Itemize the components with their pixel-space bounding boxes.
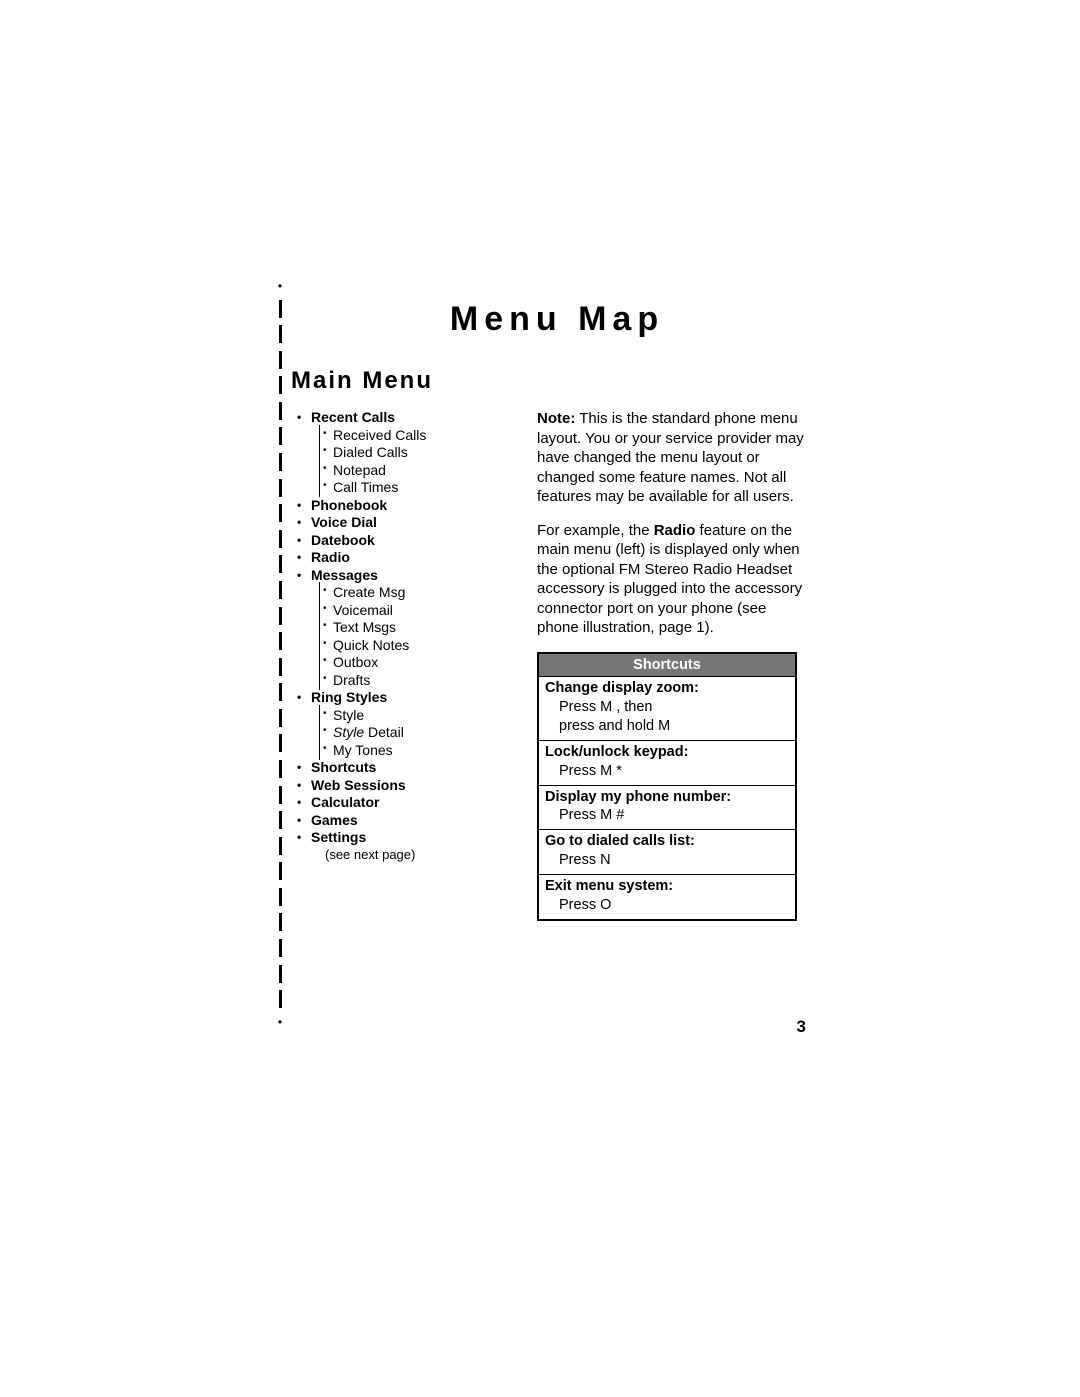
shortcut-title: Exit menu system: bbox=[545, 877, 789, 896]
shortcuts-table: Shortcuts Change display zoom:Press M , … bbox=[537, 652, 797, 921]
menu-item: Recent Calls bbox=[297, 409, 507, 427]
menu-item: Voice Dial bbox=[297, 514, 507, 532]
submenu-item: Call Times bbox=[311, 479, 507, 497]
menu-item: Settings bbox=[297, 829, 507, 847]
menu-item: Shortcuts bbox=[297, 759, 507, 777]
page: • • Menu Map Main Menu Recent CallsRecei… bbox=[0, 0, 1080, 1397]
left-dash-border: • • bbox=[277, 280, 283, 1028]
shortcut-title: Change display zoom: bbox=[545, 679, 789, 698]
menu-item: Messages bbox=[297, 567, 507, 585]
submenu-item: Voicemail bbox=[311, 602, 507, 620]
submenu-item: Quick Notes bbox=[311, 637, 507, 655]
content-area: Menu Map Main Menu Recent CallsReceived … bbox=[297, 300, 817, 921]
submenu-item: Received Calls bbox=[311, 427, 507, 445]
example-paragraph: For example, the Radio feature on the ma… bbox=[537, 521, 807, 638]
submenu-item: Notepad bbox=[311, 462, 507, 480]
menu-item: Ring Styles bbox=[297, 689, 507, 707]
submenu-item: Style Detail bbox=[311, 724, 507, 742]
page-title: Menu Map bbox=[297, 300, 817, 339]
menu-item: Web Sessions bbox=[297, 777, 507, 795]
shortcut-row: Change display zoom:Press M , thenpress … bbox=[539, 677, 795, 741]
shortcut-instruction: Press N bbox=[545, 851, 789, 870]
menu-item: Phonebook bbox=[297, 497, 507, 515]
shortcut-instruction: Press M * bbox=[545, 762, 789, 781]
note-paragraph: Note: This is the standard phone menu la… bbox=[537, 409, 807, 507]
shortcut-row: Go to dialed calls list:Press N bbox=[539, 830, 795, 875]
submenu-item: Dialed Calls bbox=[311, 444, 507, 462]
page-number: 3 bbox=[797, 1017, 806, 1037]
menu-tree: Recent CallsReceived CallsDialed CallsNo… bbox=[297, 409, 507, 921]
menu-item: Calculator bbox=[297, 794, 507, 812]
shortcut-instruction: Press O bbox=[545, 896, 789, 915]
submenu-item: Style bbox=[311, 707, 507, 725]
right-column: Note: This is the standard phone menu la… bbox=[537, 409, 807, 921]
submenu-item: Outbox bbox=[311, 654, 507, 672]
shortcut-title: Display my phone number: bbox=[545, 788, 789, 807]
shortcut-instruction: press and hold M bbox=[545, 717, 789, 736]
shortcut-instruction: Press M , then bbox=[545, 698, 789, 717]
menu-item: Radio bbox=[297, 549, 507, 567]
shortcut-row: Lock/unlock keypad:Press M * bbox=[539, 741, 795, 786]
shortcut-title: Lock/unlock keypad: bbox=[545, 743, 789, 762]
submenu-item: Drafts bbox=[311, 672, 507, 690]
shortcut-instruction: Press M # bbox=[545, 806, 789, 825]
menu-note: (see next page) bbox=[297, 847, 507, 863]
menu-item: Datebook bbox=[297, 532, 507, 550]
shortcut-title: Go to dialed calls list: bbox=[545, 832, 789, 851]
submenu-item: Create Msg bbox=[311, 584, 507, 602]
note-label: Note: bbox=[537, 410, 575, 427]
section-heading: Main Menu bbox=[291, 367, 817, 395]
menu-item: Games bbox=[297, 812, 507, 830]
submenu-item: My Tones bbox=[311, 742, 507, 760]
submenu-item: Text Msgs bbox=[311, 619, 507, 637]
note-body: This is the standard phone menu layout. … bbox=[537, 410, 804, 505]
shortcut-row: Display my phone number:Press M # bbox=[539, 786, 795, 831]
shortcut-row: Exit menu system:Press O bbox=[539, 875, 795, 919]
shortcuts-header: Shortcuts bbox=[539, 654, 795, 678]
radio-feature-name: Radio bbox=[654, 522, 696, 539]
